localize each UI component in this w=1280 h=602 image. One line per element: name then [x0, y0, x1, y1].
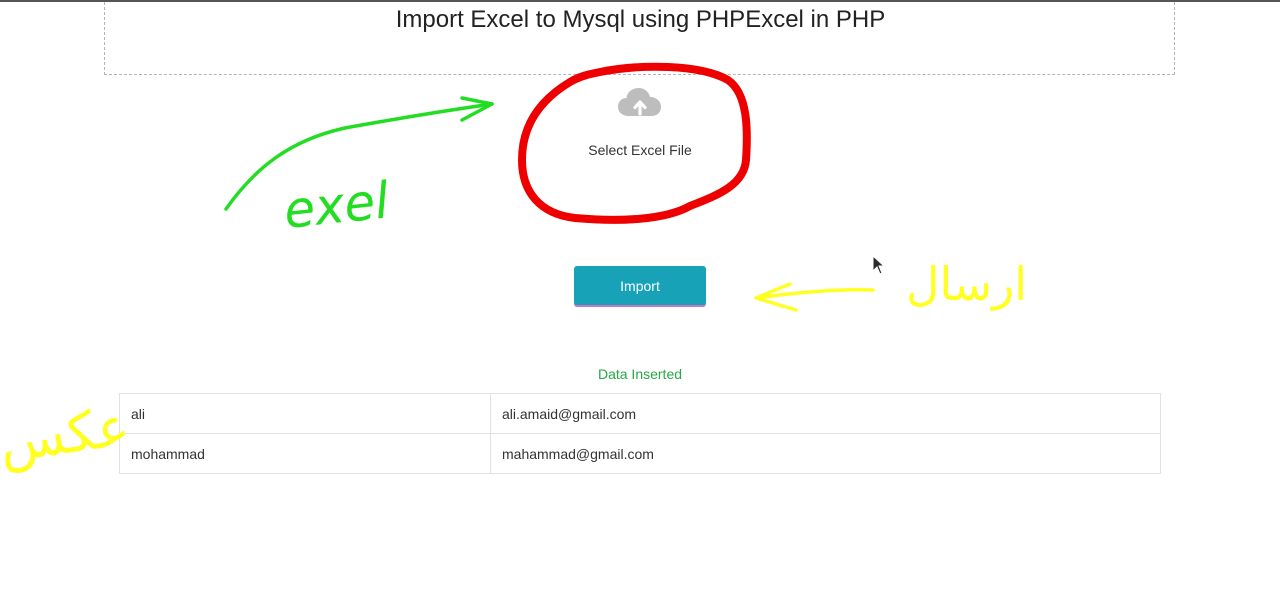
page-title: Import Excel to Mysql using PHPExcel in … [395, 6, 886, 33]
table-row: mohammad mahammad@gmail.com [119, 433, 1161, 474]
yellow-arrow-head [754, 282, 798, 312]
green-arrow-head [460, 96, 494, 122]
yellow-arrow [754, 288, 875, 300]
green-arrow [224, 102, 494, 211]
import-button[interactable]: Import [574, 266, 706, 305]
header-panel: Import Excel to Mysql using PHPExcel in … [104, 2, 1175, 75]
yellow-note-send: ارسال [906, 257, 1027, 311]
name-cell: mohammad [119, 433, 491, 474]
table-body: ali ali.amaid@gmail.com mohammad mahammad@g… [119, 393, 1161, 474]
status-message: Data Inserted [597, 366, 683, 382]
email-cell: mahammad@gmail.com [490, 433, 1161, 474]
mouse-cursor-icon [872, 255, 886, 275]
green-note-exel: exel [281, 171, 392, 240]
imported-data-table: ali ali.amaid@gmail.com mohammad mahammad@g… [119, 393, 1161, 474]
name-cell: ali [119, 393, 491, 434]
yellow-note-display: عكس [0, 394, 133, 475]
select-file-dropzone[interactable]: Select Excel File [560, 82, 720, 192]
email-cell: ali.amaid@gmail.com [490, 393, 1161, 434]
page: Import Excel to Mysql using PHPExcel in … [0, 0, 1280, 602]
cloud-upload-icon [618, 88, 661, 116]
select-file-label: Select Excel File [588, 142, 692, 158]
table-row: ali ali.amaid@gmail.com [119, 393, 1161, 434]
